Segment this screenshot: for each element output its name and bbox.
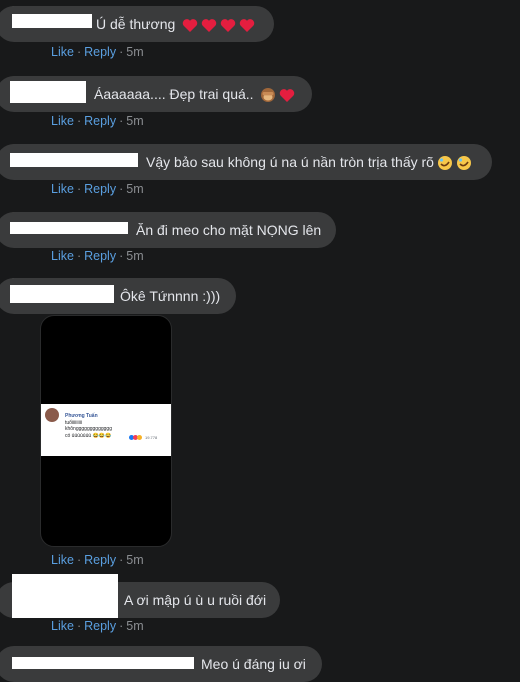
- comment-bubble: Áaaaaaa.... Đẹp trai quá..: [0, 76, 312, 112]
- reply-button[interactable]: Reply: [84, 182, 116, 196]
- heart-icon: [280, 88, 295, 102]
- comment-text: Vậy bảo sau không ú na ú nần tròn trịa t…: [146, 144, 472, 180]
- like-button[interactable]: Like: [51, 114, 74, 128]
- comment-bubble: Vậy bảo sau không ú na ú nần tròn trịa t…: [0, 144, 492, 180]
- comment-time[interactable]: 5m: [126, 114, 143, 128]
- reply-button[interactable]: Reply: [84, 619, 116, 633]
- redacted-name: [12, 574, 118, 618]
- comment-actions: Like · Reply · 5m: [51, 45, 144, 59]
- redacted-name: [10, 222, 128, 234]
- comment-text: Ú dễ thương: [96, 6, 255, 42]
- heart-icon: [239, 18, 255, 32]
- comment-bubble: A ơi mập ú ù u ruồi đới: [0, 574, 280, 618]
- comment-time[interactable]: 5m: [126, 45, 143, 59]
- heart-icon: [182, 18, 198, 32]
- comment-bubble: Ôkê Tứnnnn :))): [0, 278, 236, 314]
- reply-button[interactable]: Reply: [84, 553, 116, 567]
- screenshot-card: Phương Tuấn tuổiiiiiiiii khônggggggggggg…: [41, 404, 171, 456]
- comment-bubble: Ăn đi meo cho mặt NỌNG lên: [0, 212, 336, 248]
- comment-text: Ăn đi meo cho mặt NỌNG lên: [136, 222, 322, 238]
- reaction-icons: [129, 435, 143, 440]
- attachment-line: khônggggggggggggg: [65, 426, 112, 432]
- like-button[interactable]: Like: [51, 45, 74, 59]
- reply-button[interactable]: Reply: [84, 249, 116, 263]
- avatar: [45, 408, 59, 422]
- comment-text: A ơi mập ú ù u ruồi đới: [124, 592, 267, 608]
- redacted-name: [12, 14, 92, 28]
- like-button[interactable]: Like: [51, 553, 74, 567]
- comment-time[interactable]: 5m: [126, 619, 143, 633]
- comment-text: Meo ú đáng iu ơi: [201, 656, 306, 672]
- comment-actions: Like · Reply · 5m: [51, 619, 144, 633]
- redacted-name: [10, 153, 138, 167]
- comment-text: Ôkê Tứnnnn :))): [120, 288, 221, 304]
- heart-icon: [201, 18, 217, 32]
- comment-bubble: Meo ú đáng iu ơi: [0, 646, 322, 682]
- comment-actions: Like · Reply · 5m: [51, 249, 144, 263]
- comment-image-attachment[interactable]: Phương Tuấn tuổiiiiiiiii khônggggggggggg…: [40, 315, 172, 547]
- see-no-evil-monkey-icon: [261, 88, 276, 103]
- rofl-icon: [456, 156, 471, 171]
- rofl-icon: [437, 156, 452, 171]
- comment-text: Áaaaaaa.... Đẹp trai quá..: [94, 76, 295, 112]
- redacted-name: [10, 81, 86, 103]
- comment-time[interactable]: 5m: [126, 182, 143, 196]
- redacted-name: [10, 285, 114, 303]
- attachment-line: có úúúúúúú 😂😂😂: [65, 433, 112, 439]
- comment-bubble: Ú dễ thương: [0, 6, 274, 42]
- reply-button[interactable]: Reply: [84, 45, 116, 59]
- redacted-name: [12, 657, 194, 669]
- comment-time[interactable]: 5m: [126, 249, 143, 263]
- comment-actions: Like · Reply · 5m: [51, 553, 144, 567]
- comment-actions: Like · Reply · 5m: [51, 114, 144, 128]
- like-button[interactable]: Like: [51, 619, 74, 633]
- comment-actions: Like · Reply · 5m: [51, 182, 144, 196]
- like-button[interactable]: Like: [51, 182, 74, 196]
- reply-button[interactable]: Reply: [84, 114, 116, 128]
- attachment-author: Phương Tuấn: [65, 413, 98, 419]
- attachment-reaction-count: 19.778: [145, 435, 158, 440]
- comment-time[interactable]: 5m: [126, 553, 143, 567]
- like-button[interactable]: Like: [51, 249, 74, 263]
- heart-icon: [220, 18, 236, 32]
